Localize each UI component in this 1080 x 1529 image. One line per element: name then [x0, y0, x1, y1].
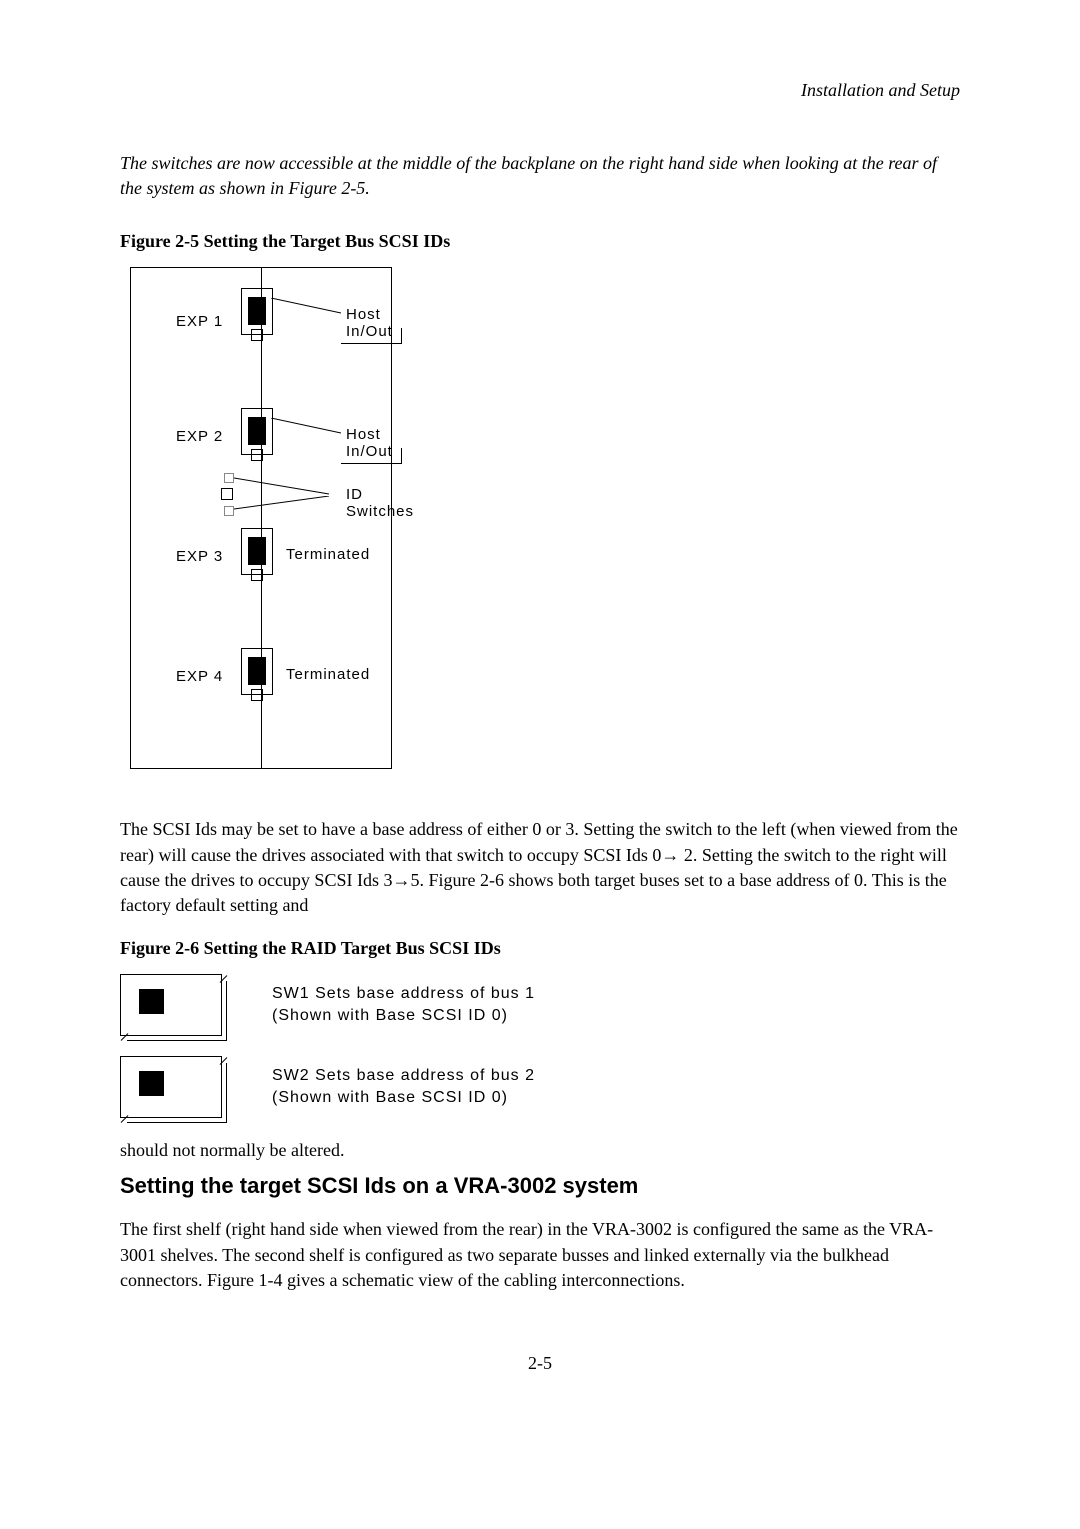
figure-2-5-box: EXP 1 Host In/Out EXP 2 Host In/Out: [130, 267, 392, 769]
section-header: Installation and Setup: [120, 80, 960, 101]
figure-2-6: SW1 Sets base address of bus 1 (Shown wi…: [120, 974, 960, 1118]
sw2-side-line: [226, 1063, 227, 1123]
exp2-foot-icon: [251, 449, 263, 461]
id-switch-top: [224, 473, 234, 483]
exp2-leader-line: [271, 418, 351, 438]
term2-label: Terminated: [286, 666, 370, 683]
sw1-side-line: [226, 981, 227, 1041]
sw1-text-line1: SW1 Sets base address of bus 1: [272, 983, 535, 1005]
sw1-text: SW1 Sets base address of bus 1 (Shown wi…: [272, 983, 535, 1028]
sw1-base-line: [127, 1040, 227, 1041]
exp4-block: [241, 648, 273, 695]
sw2-row: SW2 Sets base address of bus 2 (Shown wi…: [120, 1056, 960, 1118]
page-container: Installation and Setup The switches are …: [0, 0, 1080, 1434]
host1-bracket: [341, 328, 402, 344]
idswitch-leader-bot: [234, 496, 344, 511]
exp2-label: EXP 2: [176, 428, 223, 445]
exp1-block: [241, 288, 273, 335]
figure-2-5: EXP 1 Host In/Out EXP 2 Host In/Out: [130, 267, 610, 787]
figure-2-5-caption: Figure 2-5 Setting the Target Bus SCSI I…: [120, 231, 960, 252]
host2-bracket: [341, 448, 402, 464]
paragraph-continuation: should not normally be altered.: [120, 1138, 960, 1163]
idswitches-label: ID Switches: [346, 486, 414, 520]
sw1-text-line2: (Shown with Base SCSI ID 0): [272, 1005, 535, 1027]
sw2-base-line: [127, 1122, 227, 1123]
id-switch-bot: [224, 506, 234, 516]
exp4-foot-icon: [251, 689, 263, 701]
exp2-inner-icon: [248, 417, 266, 445]
sw2-slider: [139, 1071, 164, 1096]
exp4-inner-icon: [248, 657, 266, 685]
heading-vra-3002: Setting the target SCSI Ids on a VRA-300…: [120, 1173, 960, 1199]
exp3-block: [241, 528, 273, 575]
sw2-text-line1: SW2 Sets base address of bus 2: [272, 1065, 535, 1087]
exp4-label: EXP 4: [176, 668, 223, 685]
intro-paragraph: The switches are now accessible at the m…: [120, 151, 960, 201]
figure-2-6-caption: Figure 2-6 Setting the RAID Target Bus S…: [120, 938, 960, 959]
page-number: 2-5: [120, 1353, 960, 1374]
id-switch-mid: [221, 488, 233, 500]
idswitch-leader-top: [234, 476, 344, 496]
sw1-switch-icon: [120, 974, 222, 1036]
exp1-foot-icon: [251, 329, 263, 341]
sw1-slider: [139, 989, 164, 1014]
exp3-inner-icon: [248, 537, 266, 565]
paragraph-vra-3002: The first shelf (right hand side when vi…: [120, 1217, 960, 1293]
sw2-switch-icon: [120, 1056, 222, 1118]
sw2-text: SW2 Sets base address of bus 2 (Shown wi…: [272, 1065, 535, 1110]
paragraph-scsi-ids: The SCSI Ids may be set to have a base a…: [120, 817, 960, 918]
exp1-leader-line: [271, 298, 351, 318]
term1-label: Terminated: [286, 546, 370, 563]
exp2-block: [241, 408, 273, 455]
exp3-label: EXP 3: [176, 548, 223, 565]
sw1-row: SW1 Sets base address of bus 1 (Shown wi…: [120, 974, 960, 1036]
sw2-text-line2: (Shown with Base SCSI ID 0): [272, 1087, 535, 1109]
exp1-inner-icon: [248, 297, 266, 325]
exp1-label: EXP 1: [176, 313, 223, 330]
exp3-foot-icon: [251, 569, 263, 581]
